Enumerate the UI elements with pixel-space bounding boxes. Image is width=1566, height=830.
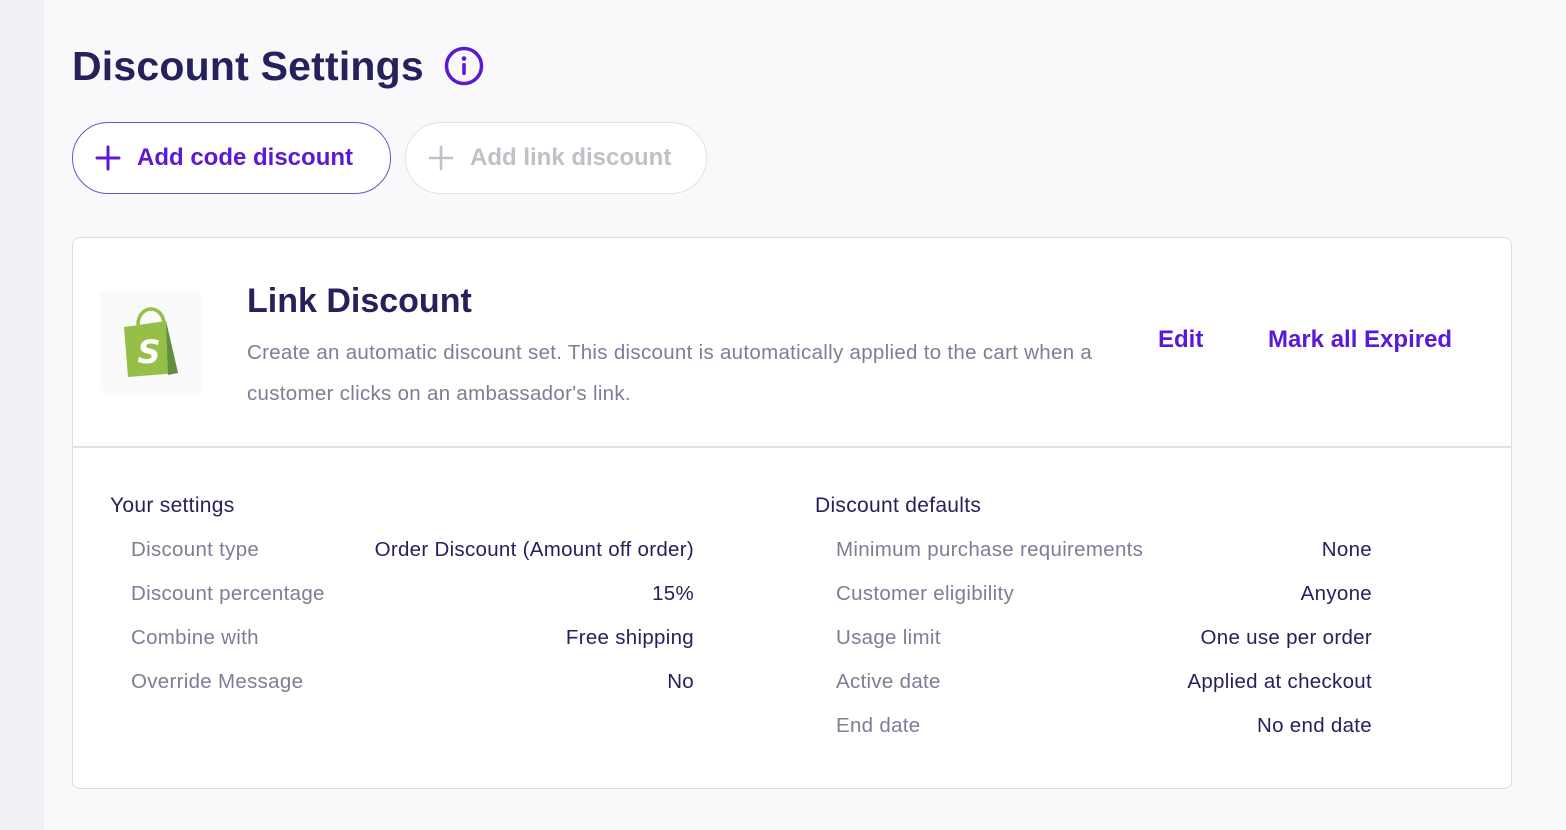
info-icon[interactable] [444,46,484,86]
add-code-discount-label: Add code discount [137,144,353,171]
default-label: Usage limit [836,626,941,649]
setting-value: 15% [652,582,694,605]
setting-row: Discount type Order Discount (Amount off… [110,538,694,582]
sidebar-strip [0,0,44,830]
card-header: S Link Discount Create an automatic disc… [73,238,1511,448]
shopify-bag-icon: S [124,307,178,377]
setting-label: Discount type [131,538,260,561]
default-value: None [1321,538,1372,561]
default-row: Active date Applied at checkout [815,670,1372,714]
default-value: No end date [1257,714,1372,737]
link-discount-card: S Link Discount Create an automatic disc… [72,237,1512,789]
add-link-discount-button[interactable]: Add link discount [405,122,707,194]
mark-all-expired-link[interactable]: Mark all Expired [1268,326,1452,354]
discount-defaults-heading: Discount defaults [815,494,982,517]
setting-label: Override Message [131,670,304,693]
default-value: One use per order [1200,626,1372,649]
default-label: Active date [836,670,941,693]
default-value: Anyone [1300,582,1372,605]
default-label: End date [836,714,921,737]
default-row: End date No end date [815,714,1372,758]
card-title: Link Discount [247,282,472,320]
setting-value: Free shipping [565,626,694,649]
setting-label: Combine with [131,626,259,649]
setting-row: Discount percentage 15% [110,582,694,626]
default-label: Customer eligibility [836,582,1015,605]
default-row: Customer eligibility Anyone [815,582,1372,626]
edit-link[interactable]: Edit [1158,326,1203,354]
setting-value: Order Discount (Amount off order) [374,538,694,561]
default-row: Minimum purchase requirements None [815,538,1372,582]
plus-icon [95,145,121,171]
svg-text:S: S [137,333,160,371]
page-title: Discount Settings [72,42,424,89]
default-label: Minimum purchase requirements [836,538,1144,561]
setting-row: Combine with Free shipping [110,626,694,670]
add-discount-buttons: Add code discount Add link discount [72,122,707,194]
card-description: Create an automatic discount set. This d… [247,341,1093,405]
add-code-discount-button[interactable]: Add code discount [72,122,391,194]
shopify-logo: S [100,291,202,395]
setting-value: No [667,670,694,693]
setting-label: Discount percentage [131,582,325,605]
your-settings-section: Your settings Discount type Order Discou… [110,494,694,714]
default-row: Usage limit One use per order [815,626,1372,670]
your-settings-heading: Your settings [110,494,235,517]
title-row: Discount Settings [72,40,484,92]
add-link-discount-label: Add link discount [470,144,672,171]
main-content: Discount Settings Add code discount Add … [72,0,1512,830]
plus-icon [428,145,454,171]
discount-defaults-section: Discount defaults Minimum purchase requi… [815,494,1372,758]
default-value: Applied at checkout [1187,670,1372,693]
setting-row: Override Message No [110,670,694,714]
